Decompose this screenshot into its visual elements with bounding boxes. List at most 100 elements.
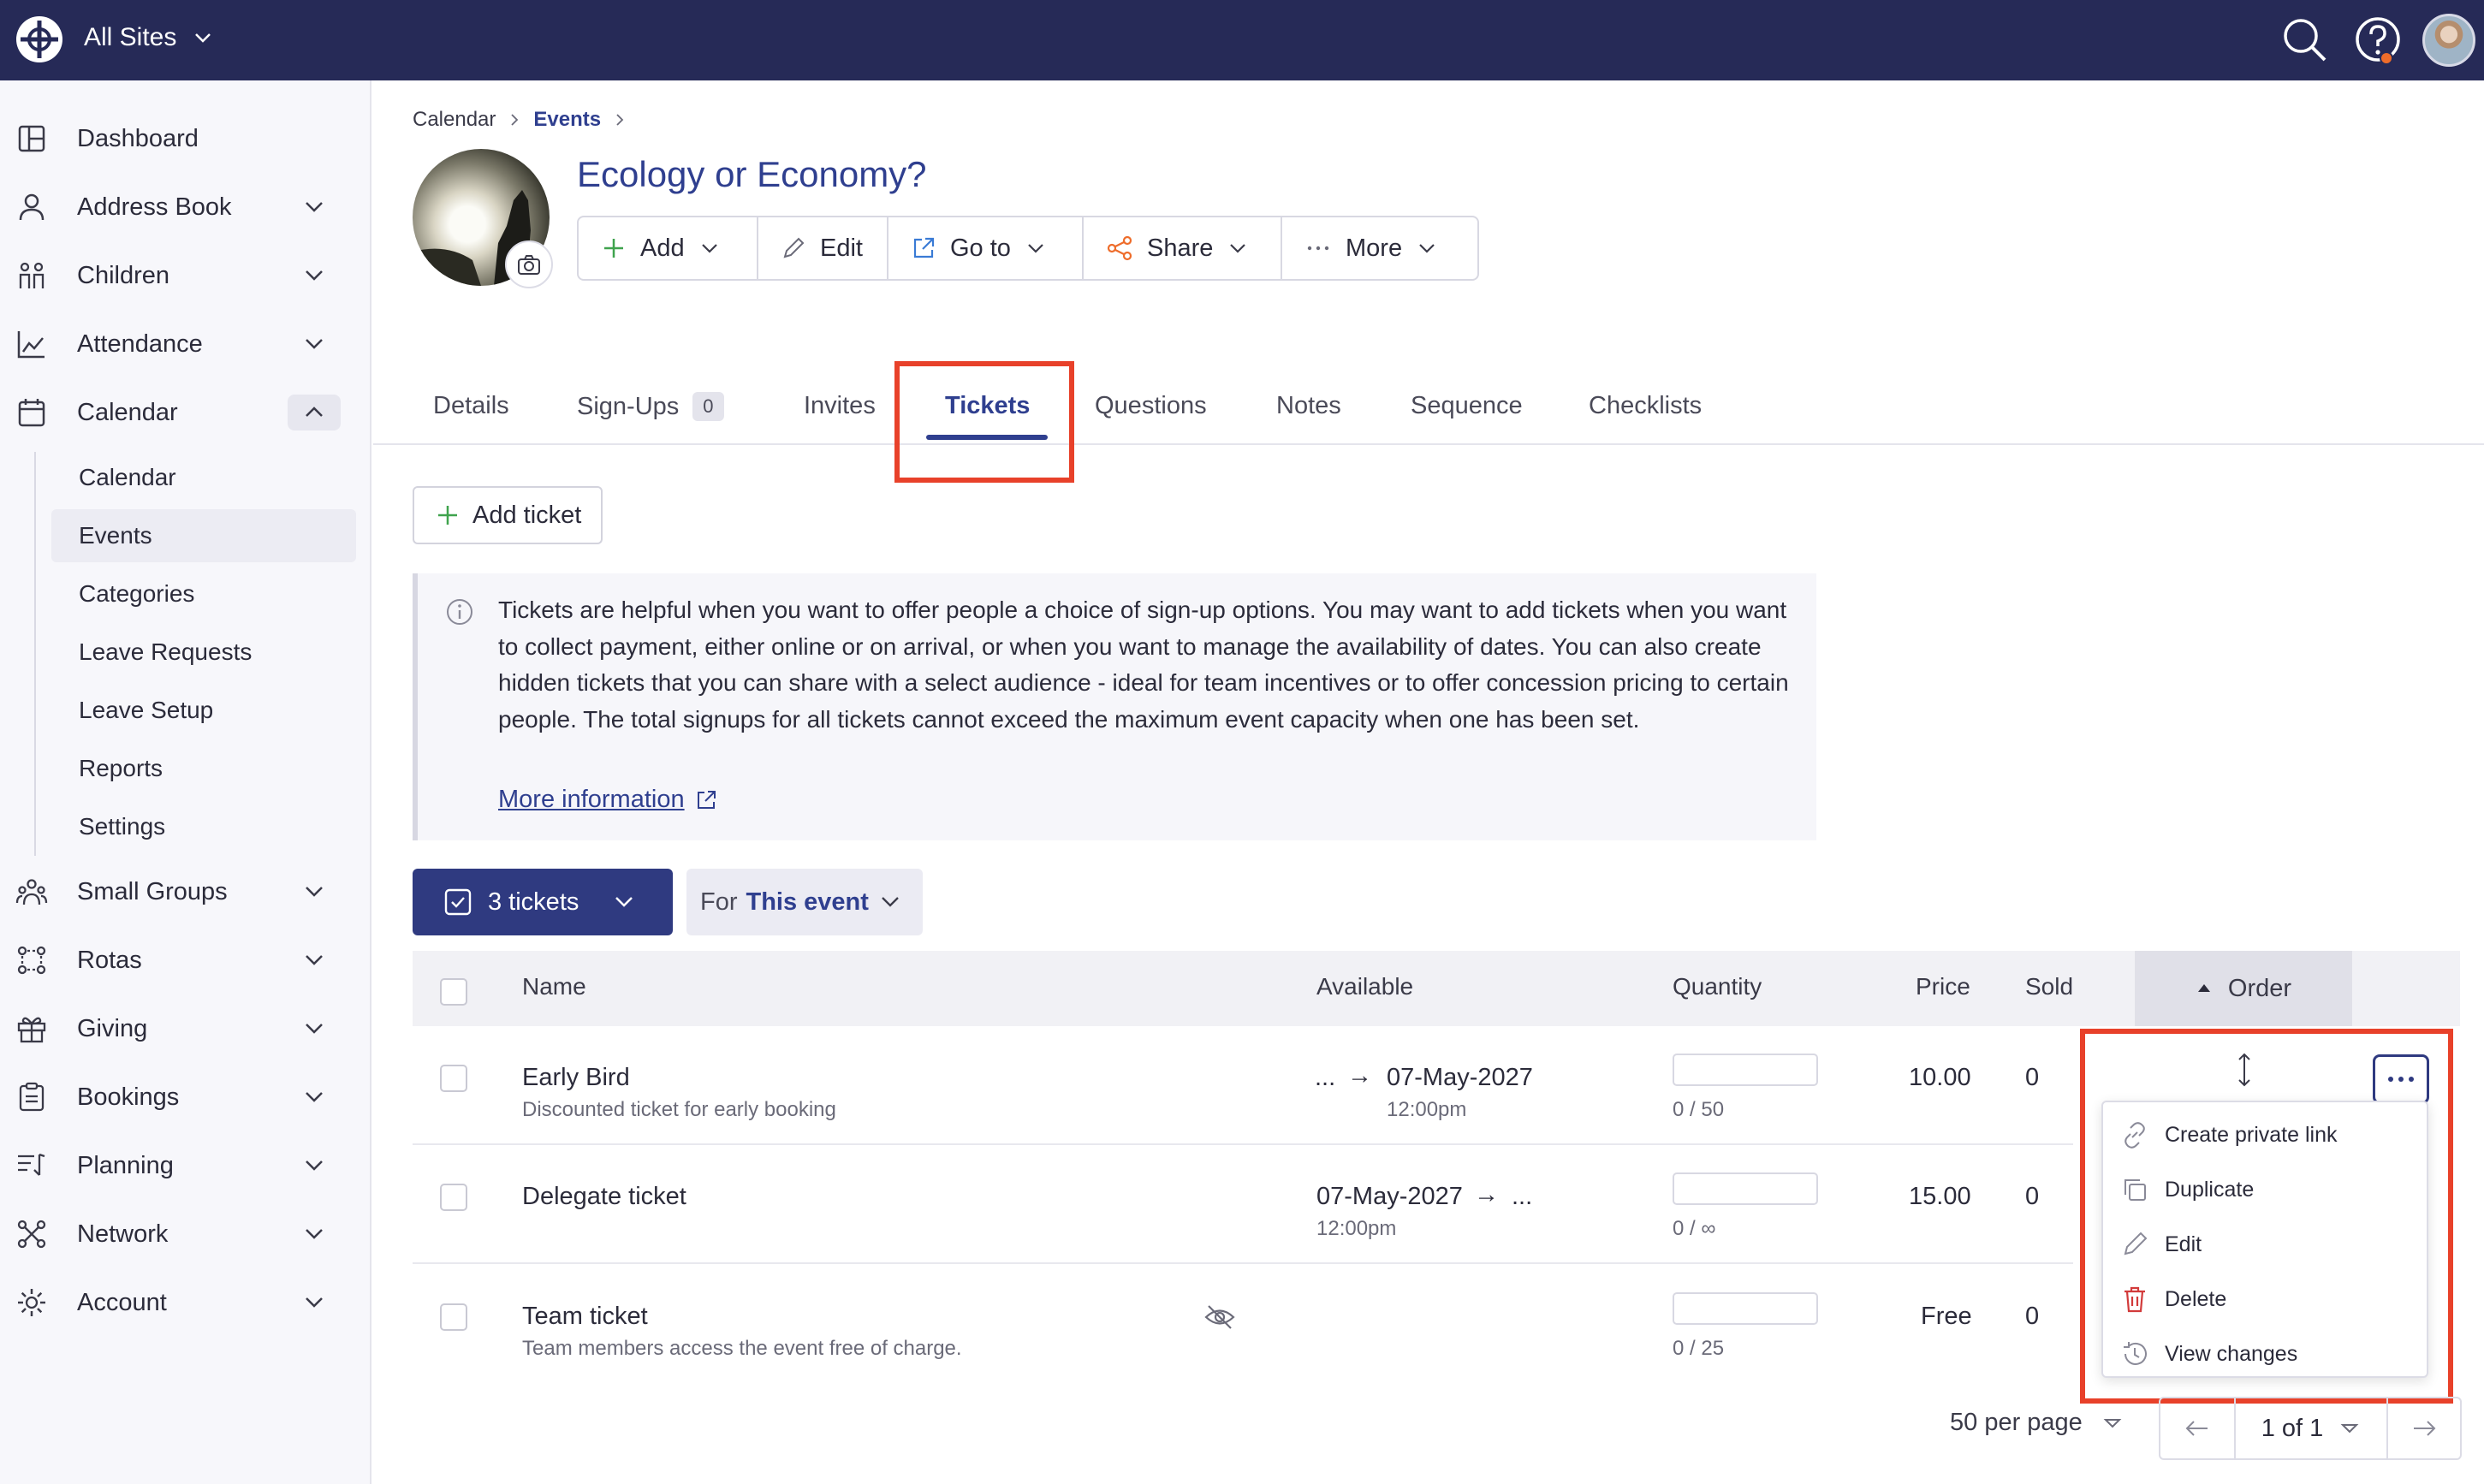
caret-down-icon (2340, 1424, 2359, 1434)
tab-label: Checklists (1589, 392, 1703, 419)
ticket-description: Discounted ticket for early booking (522, 1098, 836, 1121)
ticket-name[interactable]: Team ticket (522, 1303, 648, 1331)
arrow-right-icon: → (1474, 1181, 1499, 1208)
ticket-name[interactable]: Delegate ticket (522, 1183, 686, 1211)
add-button[interactable]: Add (579, 217, 758, 279)
sidebar-item-planning[interactable]: Planning (0, 1140, 371, 1191)
sidebar-item-attendance[interactable]: Attendance (0, 318, 371, 370)
more-information-link[interactable]: More information (498, 786, 717, 814)
breadcrumb-current[interactable]: Events (533, 108, 601, 132)
sidebar-item-label: Attendance (77, 329, 203, 358)
tab-invites[interactable]: Invites (804, 392, 876, 420)
select-all-checkbox[interactable] (440, 978, 467, 1006)
ticket-sold: 0 (2025, 1064, 2040, 1091)
event-tabs: Details Sign-Ups 0 Invites Tickets Questi… (373, 377, 2484, 445)
available-to-time: 12:00pm (1387, 1098, 1467, 1121)
subnav-item-events[interactable]: Events (51, 509, 356, 562)
sidebar-item-children[interactable]: Children (0, 250, 371, 301)
edit-button-label: Edit (820, 234, 863, 262)
column-header-order[interactable]: Order (2135, 951, 2352, 1026)
dashboard-icon (18, 125, 45, 152)
subnav-item-leave-requests[interactable]: Leave Requests (51, 626, 356, 679)
chevron-down-icon (1419, 244, 1435, 253)
edit-button[interactable]: Edit (758, 217, 888, 279)
subnav-item-leave-setup[interactable]: Leave Setup (51, 684, 356, 737)
arrow-right-icon (2414, 1421, 2436, 1436)
quantity-value: 0 / ∞ (1673, 1217, 1716, 1240)
sidebar-item-calendar[interactable]: Calendar (0, 387, 371, 438)
column-header-name[interactable]: Name (522, 973, 586, 1000)
breadcrumb-root[interactable]: Calendar (413, 108, 496, 132)
sidebar-item-account[interactable]: Account (0, 1277, 371, 1328)
scope-filter-button[interactable]: For This event (686, 869, 923, 935)
per-page-select[interactable]: 50 per page (1950, 1409, 2124, 1437)
avatar[interactable] (2422, 14, 2475, 67)
available-to: 07-May-2027 (1387, 1064, 1533, 1091)
column-header-available[interactable]: Available (1316, 973, 1413, 1000)
column-header-quantity[interactable]: Quantity (1673, 973, 1762, 1000)
group-icon (15, 879, 48, 905)
sidebar-item-small-groups[interactable]: Small Groups (0, 866, 371, 917)
add-ticket-button[interactable]: Add ticket (413, 486, 603, 544)
page-select[interactable]: 1 of 1 (2236, 1398, 2386, 1458)
chevron-down-icon (701, 244, 717, 253)
subnav-item-settings[interactable]: Settings (51, 800, 356, 853)
column-header-sold[interactable]: Sold (2025, 973, 2073, 1000)
more-button[interactable]: More (1282, 217, 1477, 279)
change-photo-button[interactable] (505, 240, 553, 288)
ticket-price: 10.00 (1909, 1064, 1971, 1091)
sidebar-item-dashboard[interactable]: Dashboard (0, 113, 371, 164)
tab-label: Invites (804, 392, 876, 419)
sidebar-item-label: Small Groups (77, 877, 228, 905)
quantity-value: 0 / 25 (1673, 1337, 1725, 1360)
app-logo-icon[interactable] (14, 14, 65, 65)
help-icon[interactable] (2350, 12, 2405, 67)
chevron-down-icon (306, 270, 323, 281)
site-switcher[interactable]: All Sites (84, 23, 214, 52)
tab-questions[interactable]: Questions (1095, 392, 1207, 420)
search-icon[interactable] (2277, 12, 2332, 67)
sidebar-item-network[interactable]: Network (0, 1208, 371, 1260)
ticket-price: Free (1921, 1303, 1972, 1330)
site-switcher-label: All Sites (84, 23, 177, 51)
available-from: ... (1315, 1064, 1336, 1091)
row-checkbox[interactable] (440, 1303, 467, 1331)
prev-page-button[interactable] (2160, 1398, 2236, 1458)
next-page-button[interactable] (2386, 1398, 2460, 1458)
sidebar-item-bookings[interactable]: Bookings (0, 1071, 371, 1123)
notification-dot (2380, 51, 2393, 65)
sidebar-item-giving[interactable]: Giving (0, 1003, 371, 1054)
subnav-item-categories[interactable]: Categories (51, 567, 356, 620)
row-divider (413, 1143, 2073, 1145)
tab-sequence[interactable]: Sequence (1411, 392, 1523, 420)
sidebar-item-rotas[interactable]: Rotas (0, 935, 371, 986)
subnav-item-calendar[interactable]: Calendar (51, 451, 356, 504)
row-checkbox[interactable] (440, 1065, 467, 1092)
tab-details[interactable]: Details (433, 392, 509, 420)
tab-notes[interactable]: Notes (1276, 392, 1341, 420)
sidebar-item-label: Dashboard (77, 124, 199, 152)
pagination: 1 of 1 (2159, 1397, 2462, 1460)
ticket-name[interactable]: Early Bird (522, 1064, 630, 1092)
goto-button[interactable]: Go to (888, 217, 1084, 279)
sidebar-item-label: Planning (77, 1151, 174, 1179)
sidebar-item-address-book[interactable]: Address Book (0, 181, 371, 233)
sidebar-item-label: Address Book (77, 193, 232, 221)
pencil-icon (783, 237, 805, 258)
settings-icon (18, 1289, 45, 1316)
gift-icon (17, 1017, 46, 1043)
more-information-label: More information (498, 786, 685, 813)
tab-checklists[interactable]: Checklists (1589, 392, 1702, 420)
plus-icon (438, 506, 457, 525)
arrow-right-icon: → (1347, 1062, 1372, 1089)
chevron-down-icon (306, 1092, 323, 1102)
quantity-bar (1673, 1292, 1818, 1325)
column-header-price[interactable]: Price (1916, 973, 1970, 1000)
share-button[interactable]: Share (1084, 217, 1282, 279)
chevron-down-icon (306, 1160, 323, 1171)
row-checkbox[interactable] (440, 1184, 467, 1211)
tab-signups[interactable]: Sign-Ups 0 (577, 392, 724, 421)
signups-count-badge: 0 (692, 392, 724, 421)
tickets-select-button[interactable]: 3 tickets (413, 869, 673, 935)
subnav-item-reports[interactable]: Reports (51, 742, 356, 795)
